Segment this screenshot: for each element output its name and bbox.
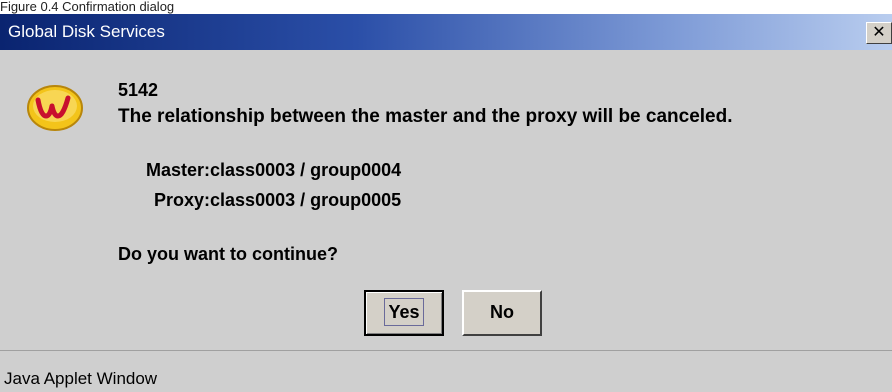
dialog-content: 5142 The relationship between the master… <box>0 50 892 350</box>
proxy-detail: Proxy:class0003 / group0005 <box>154 190 402 210</box>
close-icon: ✕ <box>872 24 886 41</box>
master-detail: Master:class0003 / group0004 <box>146 160 402 180</box>
message-code: 5142 <box>118 80 159 100</box>
yes-button-label: Yes <box>384 298 424 326</box>
no-button-label: No <box>490 302 514 322</box>
w-app-icon <box>27 85 83 131</box>
status-text: Java Applet Window <box>4 369 158 388</box>
dialog-window: Global Disk Services ✕ 5142 The relation… <box>0 14 892 392</box>
title-bar[interactable]: Global Disk Services ✕ <box>0 14 892 50</box>
yes-button[interactable]: Yes <box>364 290 444 336</box>
status-bar: Java Applet Window <box>0 350 892 392</box>
window-title: Global Disk Services <box>8 22 165 41</box>
no-button[interactable]: No <box>462 290 542 336</box>
message-text: The relationship between the master and … <box>118 106 733 127</box>
close-button[interactable]: ✕ <box>866 22 892 44</box>
confirm-question: Do you want to continue? <box>118 244 338 264</box>
page-caption: Figure 0.4 Confirmation dialog <box>0 0 892 14</box>
